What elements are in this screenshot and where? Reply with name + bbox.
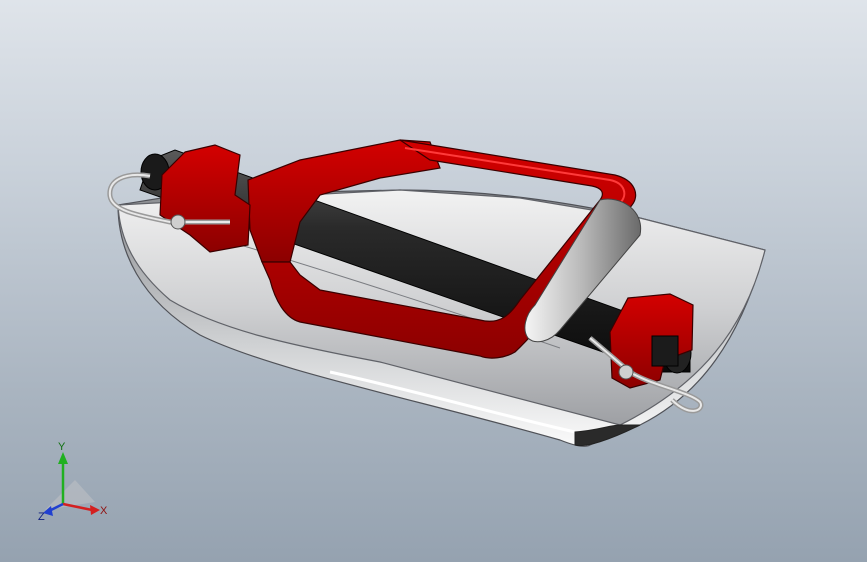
y-axis-label: Y <box>58 441 66 453</box>
reference-triad[interactable]: Y X Z <box>30 440 120 530</box>
cad-viewport[interactable]: Y X Z <box>0 0 867 562</box>
z-axis-label: Z <box>38 511 45 523</box>
x-axis-arrow <box>90 505 100 515</box>
x-axis-line <box>62 502 93 512</box>
left-pin-head <box>170 214 186 230</box>
x-axis-label: X <box>100 505 108 517</box>
right-pin-head <box>618 364 634 380</box>
y-axis-arrow <box>58 452 68 464</box>
right-clevis-slot <box>651 335 679 367</box>
3d-model[interactable] <box>0 0 867 562</box>
